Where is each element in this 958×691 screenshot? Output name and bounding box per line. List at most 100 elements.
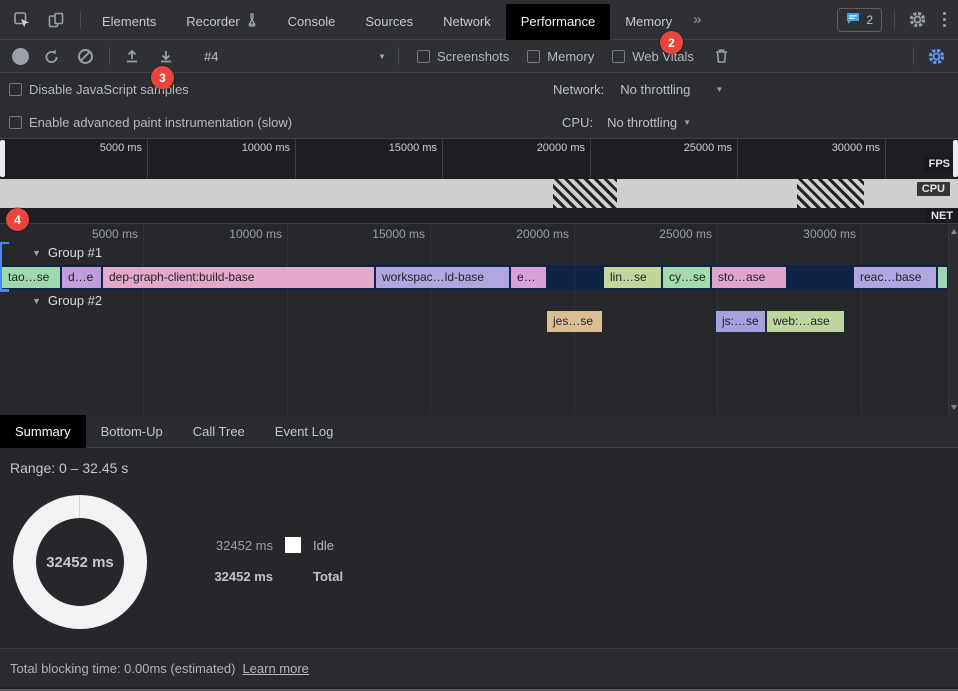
inspect-element-icon[interactable] (10, 8, 34, 32)
flame-gridline (287, 224, 288, 415)
range-handle-right[interactable] (953, 140, 958, 177)
capture-settings-gear-icon[interactable] (924, 44, 948, 68)
kebab-menu-icon[interactable] (943, 12, 946, 27)
divider (894, 11, 895, 29)
flame-bar[interactable] (938, 267, 947, 288)
tab-label: Memory (625, 14, 672, 29)
range-text: Range: 0 – 32.45 s (10, 460, 128, 476)
chevron-down-icon[interactable]: ▼ (715, 85, 723, 94)
overview-tick-label: 10000 ms (206, 142, 290, 154)
tab-network[interactable]: Network (428, 4, 506, 40)
tab-label: Network (443, 14, 491, 29)
tab-console[interactable]: Console (273, 4, 351, 40)
overview-tick-label: 30000 ms (796, 142, 880, 154)
legend-label: Idle (313, 538, 334, 553)
legend-value: 32452 ms (207, 569, 273, 584)
triangle-down-icon: ▼ (32, 296, 41, 306)
device-toolbar-icon[interactable] (44, 8, 68, 32)
devtools-tabbar: ElementsRecorder Console Sources Network Per… (0, 0, 958, 40)
scroll-up-icon[interactable] (951, 229, 957, 234)
flame-group-name: Group #1 (48, 245, 102, 260)
legend-swatch (285, 537, 301, 553)
legend-row-total: 32452 msTotal (207, 568, 343, 584)
devtools-tabs: ElementsRecorder Console Sources Network Per… (87, 0, 687, 40)
option-row-paint: Enable advanced paint instrumentation (s… (0, 106, 958, 139)
overview-tick (147, 139, 148, 179)
divider (913, 47, 914, 65)
chevron-down-icon: ▼ (378, 52, 386, 61)
flame-group-header-group-1[interactable]: ▼ Group #1 (32, 245, 102, 260)
flame-group-header-group-2[interactable]: ▼Group #2 (32, 293, 102, 308)
legend-value: 32452 ms (207, 538, 273, 553)
overview-tick (737, 139, 738, 179)
flame-tick-label: 20000 ms (485, 227, 569, 241)
net-track: NET (0, 208, 958, 224)
more-tabs-chevron[interactable]: » (693, 11, 701, 28)
flame-bar[interactable]: d…e (62, 267, 101, 288)
advanced-paint-checkbox[interactable]: Enable advanced paint instrumentation (s… (9, 115, 292, 130)
overview-tick (590, 139, 591, 179)
tab-elements[interactable]: Elements (87, 4, 171, 40)
chat-icon (846, 12, 860, 28)
tab-label: Performance (521, 14, 595, 29)
flame-tick-label: 25000 ms (628, 227, 712, 241)
donut-total-label: 32452 ms (13, 495, 147, 629)
flame-bar[interactable]: workspac…ld-base (376, 267, 509, 288)
gear-icon[interactable] (905, 8, 929, 32)
tab-event-log[interactable]: Event Log (260, 415, 349, 448)
overview-tick (295, 139, 296, 179)
upload-profile-icon[interactable] (120, 44, 144, 68)
triangle-down-icon: ▼ (32, 248, 41, 258)
network-throttle-value[interactable]: No throttling (620, 82, 690, 97)
flame-chart[interactable]: 5000 ms10000 ms15000 ms20000 ms25000 ms3… (0, 224, 958, 415)
performance-toolbar: #4 ▼ Screenshots Memory Web Vitals (0, 40, 958, 73)
checkbox-label: Screenshots (437, 49, 509, 64)
timeline-overview[interactable]: FPS CPU 5000 ms10000 ms15000 ms20000 ms2… (0, 139, 958, 208)
clear-recording-icon[interactable] (73, 44, 97, 68)
flame-bar[interactable]: dep-graph-client:build-base (103, 267, 374, 288)
overview-tick (442, 139, 443, 179)
tab-performance[interactable]: Performance (506, 4, 610, 40)
issues-count: 2 (866, 13, 873, 27)
web-vitals-checkbox[interactable]: Web Vitals (612, 49, 694, 64)
summary-pane: Range: 0 – 32.45 s 32452 ms 32452 ms Idle… (0, 448, 958, 648)
flame-bar[interactable]: reac…base (854, 267, 936, 288)
cpu-throttle-value[interactable]: No throttling (607, 115, 677, 130)
cpu-busy-hatch (797, 179, 864, 208)
range-handle-left[interactable] (0, 140, 5, 177)
issues-button[interactable]: 2 (837, 8, 882, 32)
flame-bar[interactable]: web:…ase (767, 311, 844, 332)
flame-bar[interactable]: tao…se (2, 267, 60, 288)
flame-bar[interactable]: cy…se (663, 267, 710, 288)
memory-checkbox[interactable]: Memory (527, 49, 594, 64)
tab-sources[interactable]: Sources (350, 4, 428, 40)
flame-gridline (143, 224, 144, 415)
flame-bar[interactable]: js:…se (716, 311, 765, 332)
flame-bar[interactable]: sto…ase (712, 267, 786, 288)
checkbox-label: Enable advanced paint instrumentation (s… (29, 115, 292, 130)
tab-label: Console (288, 14, 336, 29)
trash-icon[interactable] (710, 44, 734, 68)
reload-and-record-icon[interactable] (39, 44, 63, 68)
tab-recorder[interactable]: Recorder (171, 4, 272, 40)
flame-scrollbar[interactable] (948, 224, 958, 415)
details-tabbar: SummaryBottom-UpCall TreeEvent Log (0, 415, 958, 448)
flame-tick-label: 5000 ms (54, 227, 138, 241)
tab-bottom-up[interactable]: Bottom-Up (86, 415, 178, 448)
flame-bar[interactable]: lin…se (604, 267, 661, 288)
screenshots-checkbox[interactable]: Screenshots (417, 49, 509, 64)
record-button[interactable] (12, 48, 29, 65)
recording-select-value: #4 (204, 49, 218, 64)
option-row-js-samples: Disable JavaScript samples Network: No t… (0, 73, 958, 106)
checkbox-icon (527, 50, 540, 63)
recording-select[interactable]: #4 ▼ (204, 49, 386, 64)
tab-summary[interactable]: Summary (0, 415, 86, 448)
flame-bar[interactable]: e… (511, 267, 546, 288)
checkbox-icon (9, 116, 22, 129)
scroll-down-icon[interactable] (951, 405, 957, 410)
tab-call-tree[interactable]: Call Tree (178, 415, 260, 448)
flame-bar[interactable]: jes…se (547, 311, 602, 332)
chevron-down-icon[interactable]: ▼ (683, 118, 691, 127)
download-profile-icon[interactable] (154, 44, 178, 68)
learn-more-link[interactable]: Learn more (242, 661, 308, 676)
